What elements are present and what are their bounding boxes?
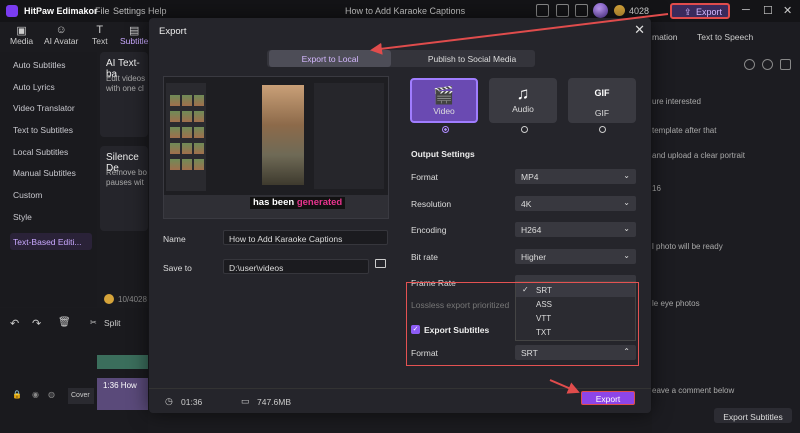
arrow-to-export-button [549, 379, 580, 394]
arrow-to-local-tab [370, 13, 669, 55]
annotation-arrows [370, 13, 669, 394]
